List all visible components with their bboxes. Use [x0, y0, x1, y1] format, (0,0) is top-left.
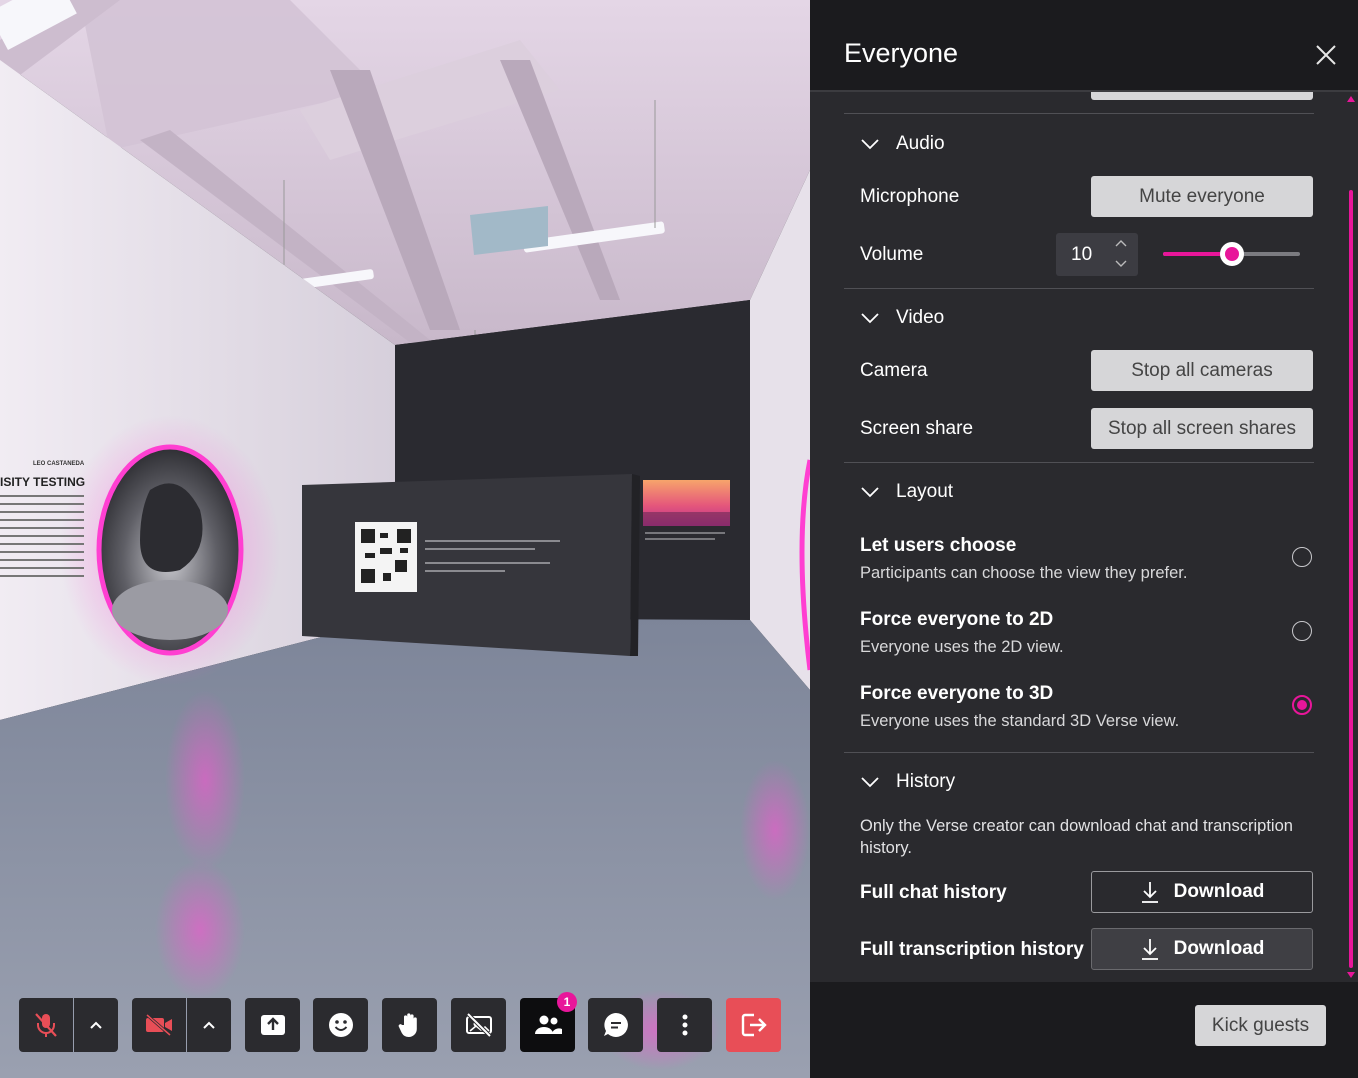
share-screen-icon	[260, 1015, 285, 1035]
download-chat-button[interactable]: Download	[1091, 871, 1313, 913]
stepper-up-icon[interactable]	[1114, 239, 1128, 249]
wall-heading: ISITY TESTING	[0, 475, 85, 489]
volume-slider-thumb[interactable]	[1220, 242, 1244, 266]
history-section-heading: History	[896, 771, 956, 792]
panel-footer: Kick guests	[810, 982, 1358, 1078]
microphone-toggle-button[interactable]	[19, 998, 73, 1052]
radio-let-users-choose[interactable]	[1292, 547, 1312, 567]
raise-hand-button[interactable]	[382, 998, 437, 1052]
panel-header: Everyone	[810, 0, 1358, 92]
download-transcription-button[interactable]: Download	[1091, 928, 1313, 970]
hand-icon	[398, 1013, 417, 1038]
video-section-heading: Video	[896, 307, 945, 328]
chevron-down-icon	[861, 313, 879, 324]
stop-all-screen-shares-button[interactable]: Stop all screen shares	[1091, 408, 1313, 449]
option-description: Everyone uses the standard 3D Verse view…	[860, 712, 1180, 730]
video-hidden-icon	[465, 1012, 492, 1038]
download-label: Download	[1173, 881, 1265, 902]
screen-share-label: Screen share	[860, 418, 974, 439]
panel-scroll-area[interactable]: Audio Microphone Mute everyone Volume 10…	[810, 92, 1358, 982]
camera-control-group	[132, 998, 231, 1052]
divider	[844, 462, 1314, 463]
stop-all-cameras-button[interactable]: Stop all cameras	[1091, 350, 1313, 391]
download-label: Download	[1173, 938, 1265, 959]
audio-section-toggle[interactable]: Audio	[860, 133, 945, 155]
option-title: Force everyone to 2D	[860, 609, 1054, 630]
scrollbar-thumb[interactable]	[1349, 190, 1353, 968]
microphone-control-group	[19, 998, 118, 1052]
chat-button[interactable]	[588, 998, 643, 1052]
camera-options-button[interactable]	[187, 998, 231, 1052]
chevron-down-icon	[861, 139, 879, 150]
3d-scene-view[interactable]: LEO CASTANEDA ISITY TESTING	[0, 0, 810, 1078]
scroll-up-arrow[interactable]	[1347, 96, 1355, 102]
option-description: Everyone uses the 2D view.	[860, 638, 1064, 656]
microphone-off-icon	[35, 1013, 57, 1037]
camera-off-icon	[146, 1013, 172, 1037]
microphone-options-button[interactable]	[74, 998, 118, 1052]
microphone-label: Microphone	[860, 186, 960, 207]
panel-title: Everyone	[844, 38, 959, 68]
wall-byline: LEO CASTANEDA	[33, 461, 85, 467]
download-icon	[1141, 939, 1158, 960]
emoji-icon	[328, 1013, 353, 1037]
hidden-above-button[interactable]	[1091, 92, 1313, 100]
audio-section-heading: Audio	[896, 133, 945, 154]
chevron-up-icon	[90, 1021, 102, 1029]
chevron-up-icon	[203, 1021, 215, 1029]
radio-force-3d[interactable]	[1292, 695, 1312, 715]
close-icon	[1316, 45, 1336, 65]
close-button[interactable]	[1313, 42, 1339, 68]
chat-icon	[603, 1013, 628, 1037]
divider	[844, 288, 1314, 289]
volume-value: 10	[1071, 244, 1093, 265]
camera-toggle-button[interactable]	[132, 998, 186, 1052]
scroll-down-arrow[interactable]	[1347, 972, 1355, 978]
people-icon	[534, 1015, 562, 1034]
hide-video-button[interactable]	[451, 998, 506, 1052]
layout-section-heading: Layout	[896, 481, 954, 502]
people-button[interactable]: 1	[520, 992, 577, 1052]
history-section-toggle[interactable]: History	[860, 771, 955, 793]
volume-slider-track[interactable]	[1163, 242, 1300, 266]
volume-label: Volume	[860, 244, 924, 265]
option-title: Let users choose	[860, 535, 1017, 556]
people-count-badge: 1	[557, 992, 577, 1012]
divider	[844, 113, 1314, 114]
layout-section-toggle[interactable]: Layout	[860, 481, 953, 503]
option-description: Participants can choose the view they pr…	[860, 564, 1188, 582]
camera-label: Camera	[860, 360, 928, 381]
mute-everyone-button[interactable]: Mute everyone	[1091, 176, 1313, 217]
full-chat-history-label: Full chat history	[860, 882, 1007, 903]
chevron-down-icon	[861, 487, 879, 498]
divider	[844, 752, 1314, 753]
kick-guests-button[interactable]: Kick guests	[1195, 1005, 1326, 1046]
gallery-render: LEO CASTANEDA ISITY TESTING	[0, 0, 810, 1078]
reactions-button[interactable]	[313, 998, 368, 1052]
share-screen-button[interactable]	[245, 998, 300, 1052]
more-vertical-icon	[682, 1014, 687, 1036]
volume-stepper[interactable]: 10	[1056, 233, 1138, 276]
radio-force-2d[interactable]	[1292, 621, 1312, 641]
history-note: Only the Verse creator can download chat…	[860, 817, 1293, 857]
full-transcription-history-label: Full transcription history	[860, 939, 1084, 960]
download-icon	[1141, 882, 1158, 903]
video-section-toggle[interactable]: Video	[860, 307, 944, 329]
more-options-button[interactable]	[657, 998, 712, 1052]
chevron-down-icon	[861, 777, 879, 788]
option-title: Force everyone to 3D	[860, 683, 1054, 704]
leave-button[interactable]	[726, 998, 781, 1052]
everyone-panel: Everyone Audio Microphone Mute everyone …	[810, 0, 1358, 1078]
stepper-down-icon[interactable]	[1114, 258, 1128, 268]
leave-icon	[741, 1013, 767, 1037]
